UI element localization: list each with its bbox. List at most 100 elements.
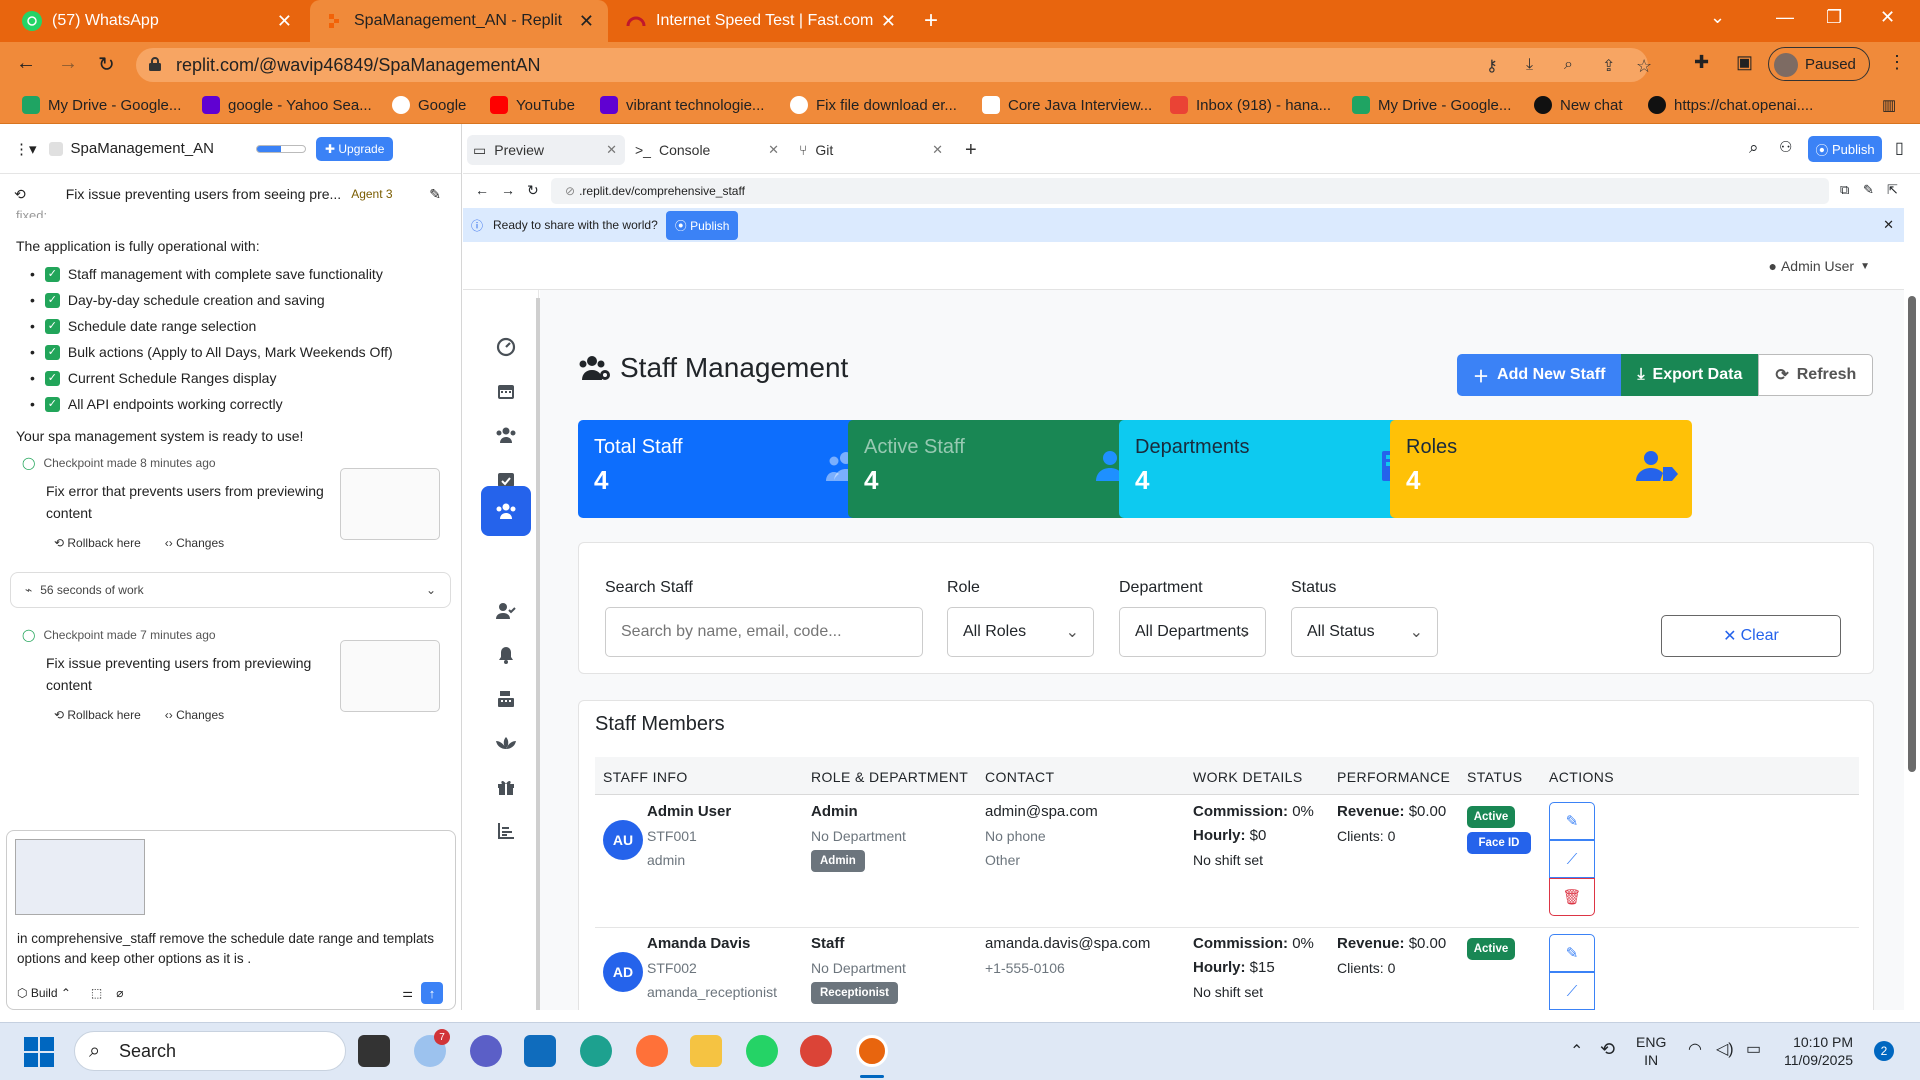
close-icon[interactable]: ✕ bbox=[768, 142, 779, 158]
bookmark-item[interactable]: https://chat.openai.... bbox=[1648, 96, 1813, 114]
status-select[interactable]: All Status ⌄ bbox=[1291, 607, 1438, 657]
bookmark-item[interactable]: google - Yahoo Sea... bbox=[202, 96, 372, 114]
select-icon[interactable]: ⬚ bbox=[91, 986, 102, 1000]
checkpoint-thumbnail[interactable] bbox=[340, 468, 440, 540]
forward-icon[interactable]: → bbox=[501, 182, 515, 198]
close-tab-icon[interactable]: ✕ bbox=[277, 11, 292, 32]
close-icon[interactable]: ✕ bbox=[1883, 217, 1894, 233]
bookmark-item[interactable]: New chat bbox=[1534, 96, 1623, 114]
teams-icon[interactable] bbox=[470, 1035, 502, 1067]
tab-console[interactable]: >_ Console ✕ bbox=[629, 135, 787, 165]
project-name[interactable]: SpaManagement_AN bbox=[71, 140, 214, 157]
file-explorer-icon[interactable] bbox=[690, 1035, 722, 1067]
tab-replit[interactable]: SpaManagement_AN - Replit ✕ bbox=[310, 0, 608, 42]
bell-icon[interactable] bbox=[481, 630, 531, 680]
publish-button[interactable]: ⦿ Publish bbox=[1808, 136, 1882, 162]
edit-button[interactable]: ✎ bbox=[1549, 802, 1595, 840]
address-bar[interactable]: replit.com/@wavip46849/SpaManagementAN ⚷… bbox=[136, 48, 1652, 82]
work-summary[interactable]: ⌁ 56 seconds of work ⌄ bbox=[10, 572, 451, 608]
send-button[interactable]: ↑ bbox=[421, 982, 443, 1004]
thread-title[interactable]: Fix issue preventing users from seeing p… bbox=[66, 186, 341, 202]
close-icon[interactable]: ✕ bbox=[606, 142, 617, 158]
star-icon[interactable]: ☆ bbox=[1636, 56, 1652, 77]
reports-chart-icon[interactable] bbox=[481, 806, 531, 856]
forward-icon[interactable]: → bbox=[58, 52, 78, 75]
minimize-icon[interactable]: — bbox=[1776, 7, 1794, 28]
devices-icon[interactable]: ⧉ bbox=[1840, 182, 1849, 198]
extensions-icon[interactable]: ✚ bbox=[1694, 52, 1709, 73]
edit-button[interactable]: ✎ bbox=[1549, 934, 1595, 972]
user-menu[interactable]: ● Admin User ▼ bbox=[1768, 258, 1870, 274]
language-indicator[interactable]: ENG IN bbox=[1636, 1033, 1666, 1069]
upgrade-button[interactable]: ✚ Upgrade bbox=[315, 136, 394, 161]
maximize-icon[interactable]: ❐ bbox=[1826, 7, 1842, 28]
firefox-icon[interactable] bbox=[636, 1035, 668, 1067]
edge-icon[interactable] bbox=[580, 1035, 612, 1067]
scrollbar-thumb[interactable] bbox=[1908, 296, 1916, 772]
performance-button[interactable]: ⟋ bbox=[1549, 972, 1595, 1010]
user-check-icon[interactable] bbox=[481, 586, 531, 636]
bookmark-item[interactable]: Inbox (918) - hana... bbox=[1170, 96, 1331, 114]
share-icon[interactable]: ⇪ bbox=[1602, 56, 1615, 76]
tab-fast[interactable]: Internet Speed Test | Fast.com ✕ bbox=[612, 0, 910, 42]
reload-icon[interactable]: ↻ bbox=[98, 52, 115, 77]
cash-register-icon[interactable] bbox=[481, 674, 531, 724]
calendar-icon[interactable] bbox=[481, 366, 531, 416]
new-chat-icon[interactable]: ✎ bbox=[429, 186, 441, 203]
install-icon[interactable]: ⤓ bbox=[1526, 56, 1533, 74]
zoom-icon[interactable]: ⌕ bbox=[1564, 56, 1573, 74]
notifications-badge[interactable]: 2 bbox=[1874, 1041, 1894, 1061]
build-mode-button[interactable]: ⬡ Build ⌃ bbox=[17, 986, 71, 1000]
clear-filters-button[interactable]: ✕ Clear bbox=[1661, 615, 1841, 657]
history-icon[interactable]: ⟲ bbox=[14, 186, 26, 203]
task-view-icon[interactable] bbox=[358, 1035, 390, 1067]
search-input[interactable] bbox=[605, 607, 923, 657]
close-icon[interactable]: ✕ bbox=[932, 142, 943, 158]
back-icon[interactable]: ← bbox=[16, 52, 36, 75]
profile-button[interactable]: Paused bbox=[1768, 47, 1870, 81]
chrome-profile-icon[interactable] bbox=[856, 1035, 888, 1067]
bookmark-item[interactable]: Fix file download er... bbox=[790, 96, 957, 114]
attached-screenshot[interactable] bbox=[15, 839, 145, 915]
bookmark-item[interactable]: vibrant technologie... bbox=[600, 96, 764, 114]
role-select[interactable]: All Roles ⌄ bbox=[947, 607, 1094, 657]
invite-icon[interactable]: ⚇ bbox=[1779, 138, 1792, 156]
devtools-icon[interactable]: ✎ bbox=[1863, 182, 1874, 198]
performance-button[interactable]: ⟋ bbox=[1549, 840, 1595, 878]
dashboard-icon[interactable] bbox=[481, 322, 531, 372]
tab-whatsapp[interactable]: (57) WhatsApp ✕ bbox=[8, 0, 306, 42]
delete-button[interactable]: 🗑 bbox=[1549, 878, 1595, 916]
settings-sliders-icon[interactable]: ⚌ bbox=[402, 986, 413, 1000]
refresh-button[interactable]: ⟳ Refresh bbox=[1758, 354, 1874, 396]
reload-icon[interactable]: ↻ bbox=[527, 182, 539, 199]
rollback-button[interactable]: ⟲ Rollback here bbox=[54, 536, 141, 550]
chevron-up-icon[interactable]: ⌃ bbox=[1570, 1041, 1583, 1061]
back-icon[interactable]: ← bbox=[475, 182, 489, 198]
layout-icon[interactable]: ▯ bbox=[1895, 138, 1904, 158]
tab-preview[interactable]: ▭ Preview ✕ bbox=[467, 135, 625, 165]
bookmark-item[interactable]: Google bbox=[392, 96, 466, 114]
tab-search-icon[interactable]: ⌄ bbox=[1710, 7, 1725, 28]
taskbar-search[interactable]: ⌕ Search bbox=[74, 1031, 346, 1071]
add-staff-button[interactable]: ＋ Add New Staff bbox=[1457, 354, 1622, 396]
bookmark-item[interactable]: Core Java Interview... bbox=[982, 96, 1152, 114]
banner-publish-button[interactable]: ⦿ Publish bbox=[665, 210, 739, 240]
preview-url-input[interactable]: ⊘ .replit.dev/comprehensive_staff bbox=[551, 178, 1829, 204]
bookmark-item[interactable]: YouTube bbox=[490, 96, 575, 114]
add-tab-button[interactable]: + bbox=[959, 135, 977, 165]
replit-menu-icon[interactable]: ⋮▾ bbox=[14, 140, 37, 158]
composer-text[interactable]: in comprehensive_staff remove the schedu… bbox=[17, 929, 437, 969]
staff-nav-icon[interactable] bbox=[481, 486, 531, 536]
clock[interactable]: 10:10 PM 11/09/2025 bbox=[1784, 1033, 1853, 1069]
attach-icon[interactable]: ⌀ bbox=[116, 986, 123, 1000]
sync-icon[interactable]: ⟲ bbox=[1600, 1039, 1615, 1060]
rollback-button[interactable]: ⟲ Rollback here bbox=[54, 708, 141, 722]
staff-name[interactable]: Admin User bbox=[647, 800, 731, 824]
sidepanel-icon[interactable]: ▣ bbox=[1736, 52, 1753, 73]
store-icon[interactable] bbox=[524, 1035, 556, 1067]
chat-composer[interactable]: in comprehensive_staff remove the schedu… bbox=[6, 830, 456, 1010]
bookmark-item[interactable]: My Drive - Google... bbox=[1352, 96, 1511, 114]
open-external-icon[interactable]: ⇱ bbox=[1887, 182, 1898, 198]
whatsapp-icon[interactable] bbox=[746, 1035, 778, 1067]
close-tab-icon[interactable]: ✕ bbox=[881, 11, 896, 32]
